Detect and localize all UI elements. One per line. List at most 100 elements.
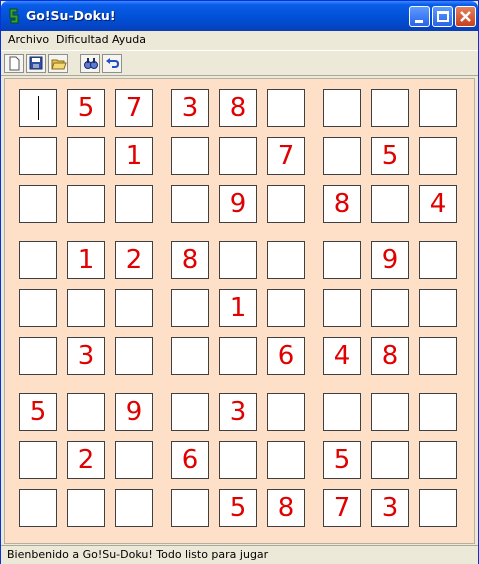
sudoku-cell-r3-c4[interactable]	[171, 185, 209, 223]
sudoku-cell-r9-c8[interactable]: 3	[371, 489, 409, 527]
app-window: Go!Su-Doku! Archivo Dificultad Ayuda 5 7…	[0, 0, 479, 564]
sudoku-cell-r1-c3[interactable]: 7	[115, 89, 153, 127]
sudoku-cell-r2-c2[interactable]	[67, 137, 105, 175]
sudoku-cell-r9-c7[interactable]: 7	[323, 489, 361, 527]
sudoku-cell-r8-c1[interactable]	[19, 441, 57, 479]
sudoku-cell-r3-c7[interactable]: 8	[323, 185, 361, 223]
sudoku-cell-r3-c2[interactable]	[67, 185, 105, 223]
sudoku-cell-r7-c5[interactable]: 3	[219, 393, 257, 431]
sudoku-cell-r5-c5[interactable]: 1	[219, 289, 257, 327]
sudoku-cell-r4-c5[interactable]	[219, 241, 257, 279]
sudoku-cell-r3-c3[interactable]	[115, 185, 153, 223]
sudoku-cell-r9-c1[interactable]	[19, 489, 57, 527]
save-icon	[29, 56, 43, 70]
sudoku-cell-r2-c1[interactable]	[19, 137, 57, 175]
sudoku-cell-r4-c7[interactable]	[323, 241, 361, 279]
sudoku-cell-r7-c3[interactable]: 9	[115, 393, 153, 431]
sudoku-cell-r2-c9[interactable]	[419, 137, 457, 175]
menu-ayuda[interactable]: Ayuda	[112, 33, 146, 46]
sudoku-cell-r3-c9[interactable]: 4	[419, 185, 457, 223]
minimize-icon	[415, 20, 423, 23]
sudoku-cell-r1-c1[interactable]	[19, 89, 57, 127]
undo-button[interactable]	[102, 54, 122, 73]
sudoku-cell-r1-c9[interactable]	[419, 89, 457, 127]
sudoku-cell-r9-c5[interactable]: 5	[219, 489, 257, 527]
sudoku-cell-r7-c7[interactable]	[323, 393, 361, 431]
sudoku-cell-r5-c7[interactable]	[323, 289, 361, 327]
minimize-button[interactable]	[409, 6, 430, 27]
menu-archivo[interactable]: Archivo	[8, 33, 49, 46]
sudoku-cell-r1-c6[interactable]	[267, 89, 305, 127]
sudoku-cell-r6-c6[interactable]: 6	[267, 337, 305, 375]
sudoku-cell-r5-c8[interactable]	[371, 289, 409, 327]
sudoku-cell-r6-c2[interactable]: 3	[67, 337, 105, 375]
status-bar: Bienbenido a Go!Su-Doku! Todo listo para…	[1, 545, 478, 564]
new-button[interactable]	[4, 54, 24, 73]
sudoku-cell-r5-c2[interactable]	[67, 289, 105, 327]
sudoku-cell-r5-c4[interactable]	[171, 289, 209, 327]
maximize-button[interactable]	[432, 6, 453, 27]
sudoku-cell-r1-c7[interactable]	[323, 89, 361, 127]
sudoku-cell-r1-c5[interactable]: 8	[219, 89, 257, 127]
sudoku-cell-r5-c3[interactable]	[115, 289, 153, 327]
sudoku-cell-r4-c6[interactable]	[267, 241, 305, 279]
open-button[interactable]	[48, 54, 68, 73]
close-button[interactable]	[455, 6, 476, 27]
window-title: Go!Su-Doku!	[26, 8, 116, 23]
sudoku-cell-r7-c9[interactable]	[419, 393, 457, 431]
sudoku-cell-r6-c7[interactable]: 4	[323, 337, 361, 375]
sudoku-cell-r8-c3[interactable]	[115, 441, 153, 479]
save-button[interactable]	[26, 54, 46, 73]
sudoku-cell-r4-c2[interactable]: 1	[67, 241, 105, 279]
find-button[interactable]	[80, 54, 100, 73]
sudoku-cell-r4-c4[interactable]: 8	[171, 241, 209, 279]
sudoku-cell-r6-c4[interactable]	[171, 337, 209, 375]
sudoku-cell-r4-c3[interactable]: 2	[115, 241, 153, 279]
sudoku-cell-r2-c3[interactable]: 1	[115, 137, 153, 175]
sudoku-cell-r8-c8[interactable]	[371, 441, 409, 479]
sudoku-cell-r9-c2[interactable]	[67, 489, 105, 527]
menu-dificultad[interactable]: Dificultad	[56, 33, 109, 46]
sudoku-cell-r5-c1[interactable]	[19, 289, 57, 327]
sudoku-cell-r1-c8[interactable]	[371, 89, 409, 127]
maximize-icon	[437, 11, 449, 22]
sudoku-cell-r4-c8[interactable]: 9	[371, 241, 409, 279]
sudoku-cell-r8-c6[interactable]	[267, 441, 305, 479]
sudoku-cell-r6-c5[interactable]	[219, 337, 257, 375]
sudoku-cell-r3-c8[interactable]	[371, 185, 409, 223]
sudoku-cell-r4-c1[interactable]	[19, 241, 57, 279]
sudoku-cell-r9-c6[interactable]: 8	[267, 489, 305, 527]
sudoku-cell-r2-c6[interactable]: 7	[267, 137, 305, 175]
sudoku-cell-r5-c9[interactable]	[419, 289, 457, 327]
sudoku-cell-r7-c6[interactable]	[267, 393, 305, 431]
sudoku-cell-r7-c2[interactable]	[67, 393, 105, 431]
title-bar[interactable]: Go!Su-Doku!	[1, 1, 478, 31]
sudoku-cell-r9-c3[interactable]	[115, 489, 153, 527]
sudoku-cell-r7-c4[interactable]	[171, 393, 209, 431]
sudoku-cell-r1-c4[interactable]: 3	[171, 89, 209, 127]
sudoku-cell-r2-c7[interactable]	[323, 137, 361, 175]
sudoku-cell-r8-c7[interactable]: 5	[323, 441, 361, 479]
sudoku-cell-r2-c5[interactable]	[219, 137, 257, 175]
sudoku-cell-r5-c6[interactable]	[267, 289, 305, 327]
sudoku-cell-r8-c2[interactable]: 2	[67, 441, 105, 479]
sudoku-cell-r2-c4[interactable]	[171, 137, 209, 175]
sudoku-cell-r6-c1[interactable]	[19, 337, 57, 375]
sudoku-cell-r6-c9[interactable]	[419, 337, 457, 375]
sudoku-cell-r3-c1[interactable]	[19, 185, 57, 223]
sudoku-cell-r3-c6[interactable]	[267, 185, 305, 223]
sudoku-cell-r2-c8[interactable]: 5	[371, 137, 409, 175]
sudoku-cell-r9-c9[interactable]	[419, 489, 457, 527]
sudoku-cell-r9-c4[interactable]	[171, 489, 209, 527]
sudoku-cell-r7-c8[interactable]	[371, 393, 409, 431]
sudoku-cell-r8-c4[interactable]: 6	[171, 441, 209, 479]
undo-icon	[106, 58, 120, 68]
sudoku-cell-r8-c5[interactable]	[219, 441, 257, 479]
sudoku-cell-r3-c5[interactable]: 9	[219, 185, 257, 223]
sudoku-cell-r6-c8[interactable]: 8	[371, 337, 409, 375]
sudoku-cell-r7-c1[interactable]: 5	[19, 393, 57, 431]
sudoku-cell-r4-c9[interactable]	[419, 241, 457, 279]
sudoku-cell-r6-c3[interactable]	[115, 337, 153, 375]
sudoku-cell-r1-c2[interactable]: 5	[67, 89, 105, 127]
sudoku-cell-r8-c9[interactable]	[419, 441, 457, 479]
